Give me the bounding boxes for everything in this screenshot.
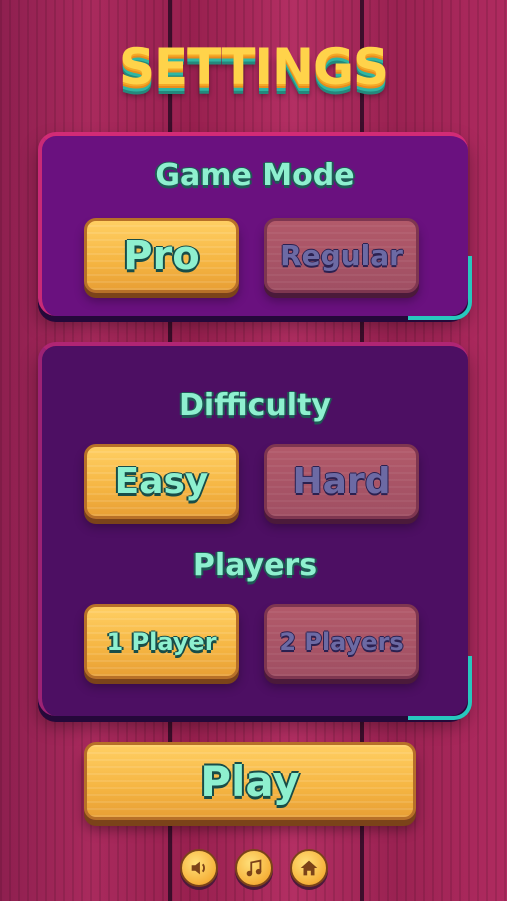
pro-mode-button[interactable]: Pro <box>84 218 239 293</box>
sound-icon-glyph <box>191 861 205 875</box>
home-icon[interactable] <box>290 849 328 887</box>
music-icon-glyph <box>246 859 262 877</box>
music-icon[interactable] <box>235 849 273 887</box>
hard-difficulty-button[interactable]: Hard <box>264 444 419 519</box>
difficulty-heading: Difficulty <box>179 388 331 423</box>
options-panel: Difficulty Easy Hard Players 1 Player 2 … <box>38 342 472 720</box>
easy-difficulty-button[interactable]: Easy <box>84 444 239 519</box>
one-player-button[interactable]: 1 Player <box>84 604 239 679</box>
play-button[interactable]: Play <box>84 742 416 820</box>
home-icon-glyph <box>300 860 318 876</box>
regular-mode-button[interactable]: Regular <box>264 218 419 293</box>
two-players-button[interactable]: 2 Players <box>264 604 419 679</box>
page-title: SETTINGS <box>118 38 389 96</box>
game-mode-panel: Game Mode Pro Regular <box>38 132 472 320</box>
players-heading: Players <box>192 548 318 583</box>
sound-icon[interactable] <box>180 849 218 887</box>
game-mode-heading: Game Mode <box>155 158 355 193</box>
